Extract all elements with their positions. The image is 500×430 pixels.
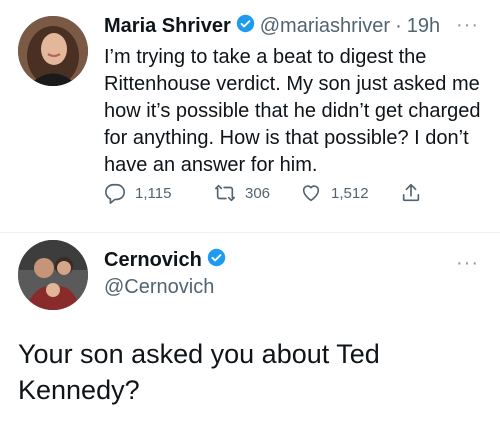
retweet-icon — [214, 182, 236, 204]
verified-badge-icon — [207, 248, 226, 272]
author-handle[interactable]: @mariashriver — [260, 15, 390, 38]
tweet-original[interactable]: Maria Shriver @mariashriver · 19h ··· I’… — [0, 0, 500, 233]
reply-count: 1,115 — [135, 184, 172, 202]
avatar-cernovich[interactable] — [18, 240, 88, 310]
more-icon[interactable]: ··· — [456, 252, 479, 275]
tweet-header: Maria Shriver @mariashriver · 19h — [104, 14, 440, 38]
tweet-time[interactable]: 19h — [407, 15, 440, 38]
author-name[interactable]: Maria Shriver — [104, 15, 231, 38]
author-handle[interactable]: @Cernovich — [104, 276, 214, 299]
like-button[interactable]: 1,512 — [300, 182, 369, 204]
tweet-text: Your son asked you about Ted Kennedy? — [18, 339, 380, 405]
more-icon[interactable]: ··· — [456, 14, 479, 37]
separator-dot: · — [395, 14, 402, 37]
author-name[interactable]: Cernovich — [104, 249, 202, 272]
retweet-count: 306 — [245, 184, 271, 202]
tweet-header: Cernovich — [104, 248, 226, 272]
tweet-text: I’m trying to take a beat to digest the … — [104, 46, 481, 176]
reply-icon — [104, 182, 126, 204]
retweet-button[interactable]: 306 — [214, 182, 270, 204]
like-icon — [300, 182, 322, 204]
share-icon — [400, 182, 422, 204]
verified-badge-icon — [236, 14, 255, 38]
share-button[interactable] — [400, 182, 422, 204]
avatar-maria-shriver[interactable] — [18, 16, 88, 86]
reply-button[interactable]: 1,115 — [104, 182, 171, 204]
tweet-actions: 1,115 306 1,512 — [104, 182, 434, 212]
like-count: 1,512 — [331, 184, 369, 202]
